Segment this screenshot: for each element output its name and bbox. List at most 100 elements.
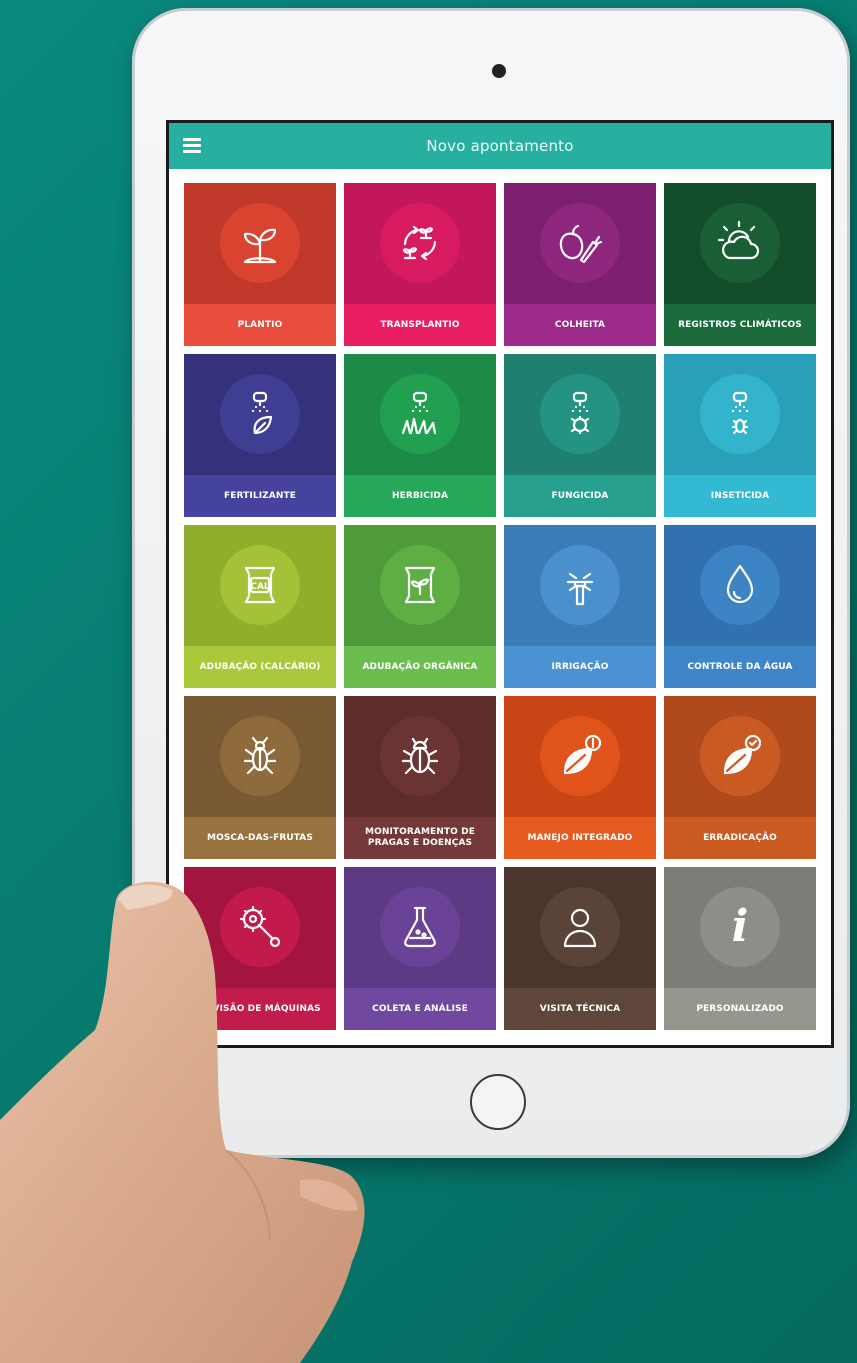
tile-transplant-cycle[interactable]: TRANSPLANTIO	[344, 183, 496, 346]
tile-label-band: IRRIGAÇÃO	[504, 646, 656, 688]
tile-background	[344, 867, 496, 988]
tile-background	[344, 696, 496, 817]
tile-label-band: FUNGICIDA	[504, 475, 656, 517]
tile-background	[184, 354, 336, 475]
tile-label: ADUBAÇÃO ORGÂNICA	[362, 661, 478, 672]
tile-background	[504, 696, 656, 817]
tile-label-band: COLHEITA	[504, 304, 656, 346]
sprinkler-icon	[540, 545, 620, 625]
tile-label: REVISÃO DE MÁQUINAS	[199, 1003, 321, 1014]
tile-background	[184, 867, 336, 988]
app-bar: Novo apontamento	[169, 123, 831, 169]
tile-label: INSETICIDA	[710, 490, 770, 501]
tile-background	[344, 525, 496, 646]
tile-label: MANEJO INTEGRADO	[527, 832, 633, 843]
app-screen: Novo apontamento PLANTIO TRANSPLANTIO COLH…	[166, 120, 834, 1048]
tile-seedling[interactable]: PLANTIO	[184, 183, 336, 346]
tile-organic-sack[interactable]: ADUBAÇÃO ORGÂNICA	[344, 525, 496, 688]
tile-background	[344, 183, 496, 304]
person-icon	[540, 887, 620, 967]
tile-label: COLETA E ANÁLISE	[372, 1003, 468, 1014]
tile-label: TRANSPLANTIO	[380, 319, 460, 330]
tile-leaf-alert[interactable]: MANEJO INTEGRADO	[504, 696, 656, 859]
tile-background	[664, 696, 816, 817]
water-drop-icon	[700, 545, 780, 625]
leaf-check-icon	[700, 716, 780, 796]
fly-icon	[220, 716, 300, 796]
organic-sack-icon	[380, 545, 460, 625]
tile-label-band: MOSCA-DAS-FRUTAS	[184, 817, 336, 859]
tile-label-band: ADUBAÇÃO (CALCÁRIO)	[184, 646, 336, 688]
wrench-gear-icon	[220, 887, 300, 967]
tile-background	[344, 354, 496, 475]
tile-label-band: ERRADICAÇÃO	[664, 817, 816, 859]
sprayer-fungus-icon	[540, 374, 620, 454]
leaf-alert-icon	[540, 716, 620, 796]
tile-label: PLANTIO	[237, 319, 283, 330]
tile-label: VISITA TÉCNICA	[539, 1003, 621, 1014]
tile-label-band: HERBICIDA	[344, 475, 496, 517]
info-glyph: i	[731, 901, 749, 952]
home-button[interactable]	[470, 1074, 526, 1130]
tile-background: i	[664, 867, 816, 988]
tile-flask[interactable]: COLETA E ANÁLISE	[344, 867, 496, 1030]
tile-beetle[interactable]: MONITORAMENTO DE PRAGAS E DOENÇAS	[344, 696, 496, 859]
tile-sprayer-insect[interactable]: INSETICIDA	[664, 354, 816, 517]
tile-label: ADUBAÇÃO (CALCÁRIO)	[199, 661, 321, 672]
tile-label: CONTROLE DA ÁGUA	[687, 661, 793, 672]
front-camera	[492, 64, 506, 78]
tile-water-drop[interactable]: CONTROLE DA ÁGUA	[664, 525, 816, 688]
sun-cloud-icon	[700, 203, 780, 283]
tile-sprinkler[interactable]: IRRIGAÇÃO	[504, 525, 656, 688]
sprayer-grass-icon	[380, 374, 460, 454]
tile-label-band: REGISTROS CLIMÁTICOS	[664, 304, 816, 346]
tile-label-band: TRANSPLANTIO	[344, 304, 496, 346]
tile-background	[504, 525, 656, 646]
tile-sprayer-leaf[interactable]: FERTILIZANTE	[184, 354, 336, 517]
tile-label: FUNGICIDA	[551, 490, 609, 501]
fruit-vegetable-icon	[540, 203, 620, 283]
beetle-icon	[380, 716, 460, 796]
tile-lime-sack[interactable]: CAL ADUBAÇÃO (CALCÁRIO)	[184, 525, 336, 688]
tile-sprayer-fungus[interactable]: FUNGICIDA	[504, 354, 656, 517]
activity-grid: PLANTIO TRANSPLANTIO COLHEITA REGISTROS CLI…	[184, 183, 819, 1030]
tile-background	[664, 183, 816, 304]
tile-label-band: MANEJO INTEGRADO	[504, 817, 656, 859]
info-icon: i	[700, 887, 780, 967]
tile-background	[664, 354, 816, 475]
tile-label: MONITORAMENTO DE PRAGAS E DOENÇAS	[365, 827, 475, 848]
svg-text:CAL: CAL	[250, 582, 270, 592]
tile-label-band: FERTILIZANTE	[184, 475, 336, 517]
tile-fly[interactable]: MOSCA-DAS-FRUTAS	[184, 696, 336, 859]
tile-label-band: REVISÃO DE MÁQUINAS	[184, 988, 336, 1030]
tile-background: CAL	[184, 525, 336, 646]
sprayer-leaf-icon	[220, 374, 300, 454]
tile-label-band: INSETICIDA	[664, 475, 816, 517]
tile-label: MOSCA-DAS-FRUTAS	[207, 832, 313, 843]
tile-sprayer-grass[interactable]: HERBICIDA	[344, 354, 496, 517]
tile-label: HERBICIDA	[391, 490, 449, 501]
tile-background	[184, 696, 336, 817]
tile-label-band: PLANTIO	[184, 304, 336, 346]
tile-label: FERTILIZANTE	[224, 490, 296, 501]
tile-wrench-gear[interactable]: REVISÃO DE MÁQUINAS	[184, 867, 336, 1030]
tile-label: REGISTROS CLIMÁTICOS	[678, 319, 802, 330]
tile-sun-cloud[interactable]: REGISTROS CLIMÁTICOS	[664, 183, 816, 346]
tile-background	[504, 354, 656, 475]
tile-background	[504, 867, 656, 988]
tile-background	[184, 183, 336, 304]
lime-sack-icon: CAL	[220, 545, 300, 625]
tile-person[interactable]: VISITA TÉCNICA	[504, 867, 656, 1030]
tile-fruit-vegetable[interactable]: COLHEITA	[504, 183, 656, 346]
page-title: Novo apontamento	[426, 137, 574, 155]
tile-label-band: CONTROLE DA ÁGUA	[664, 646, 816, 688]
tile-label-band: PERSONALIZADO	[664, 988, 816, 1030]
transplant-cycle-icon	[380, 203, 460, 283]
tile-label-band: VISITA TÉCNICA	[504, 988, 656, 1030]
tile-label: COLHEITA	[554, 319, 606, 330]
tile-label: PERSONALIZADO	[696, 1003, 784, 1014]
tile-info[interactable]: i PERSONALIZADO	[664, 867, 816, 1030]
tile-leaf-check[interactable]: ERRADICAÇÃO	[664, 696, 816, 859]
tile-background	[504, 183, 656, 304]
tile-label-band: ADUBAÇÃO ORGÂNICA	[344, 646, 496, 688]
